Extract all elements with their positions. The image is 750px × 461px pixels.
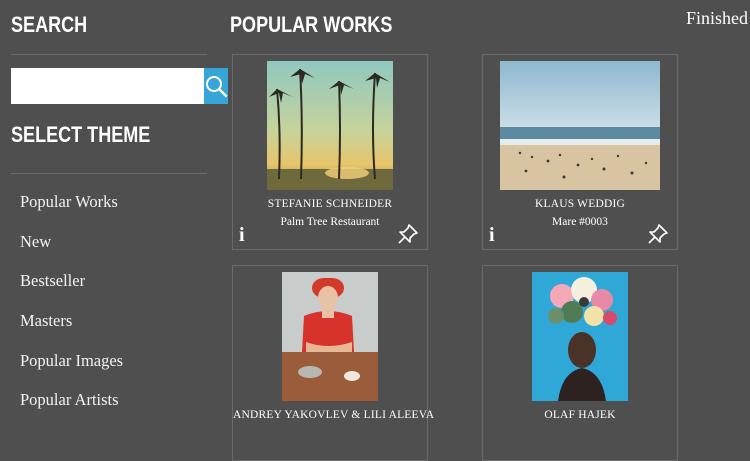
artwork-card[interactable]: STEFANIE SCHNEIDER Palm Tree Restaurant … <box>232 54 428 250</box>
artwork-thumbnail <box>500 61 660 190</box>
artwork-thumbnail <box>282 272 378 401</box>
artist-name: KLAUS WEDDIG <box>534 198 626 210</box>
divider <box>11 173 207 174</box>
artist-name: OLAF HAJEK <box>544 409 616 421</box>
search-box <box>11 68 228 104</box>
artist-name: ANDREY YAKOVLEV & LILI ALEEVA <box>233 409 435 421</box>
divider <box>11 54 207 55</box>
artist-name: STEFANIE SCHNEIDER <box>267 198 393 210</box>
artwork-card[interactable]: ANDREY YAKOVLEV & LILI ALEEVA <box>232 265 435 461</box>
artwork-thumbnail <box>267 61 393 190</box>
theme-list: Popular Works New Bestseller Masters Pop… <box>20 190 123 428</box>
artwork-card[interactable]: OLAF HAJEK <box>482 265 678 461</box>
select-theme-heading: Select Theme <box>11 122 151 147</box>
search-input[interactable] <box>11 68 204 104</box>
info-icon[interactable]: i <box>239 225 245 245</box>
search-icon <box>206 76 228 98</box>
theme-item-popular-images[interactable]: Popular Images <box>20 349 123 389</box>
theme-item-new[interactable]: New <box>20 230 123 270</box>
pin-icon[interactable] <box>647 223 669 245</box>
info-icon[interactable]: i <box>489 225 495 245</box>
theme-item-popular-works[interactable]: Popular Works <box>20 190 123 230</box>
search-heading: Search <box>11 12 88 37</box>
finished-button[interactable]: Finished <box>686 8 748 29</box>
search-button[interactable] <box>204 68 228 104</box>
artwork-thumbnail <box>532 272 628 401</box>
sidebar: Search Select Theme Popular Works New Be… <box>0 0 228 423</box>
pin-icon[interactable] <box>397 223 419 245</box>
artwork-card[interactable]: KLAUS WEDDIG Mare #0003 i <box>482 54 678 250</box>
page-title: Popular Works <box>230 12 393 37</box>
theme-item-bestseller[interactable]: Bestseller <box>20 269 123 309</box>
theme-item-masters[interactable]: Masters <box>20 309 123 349</box>
theme-item-popular-artists[interactable]: Popular Artists <box>20 388 123 428</box>
